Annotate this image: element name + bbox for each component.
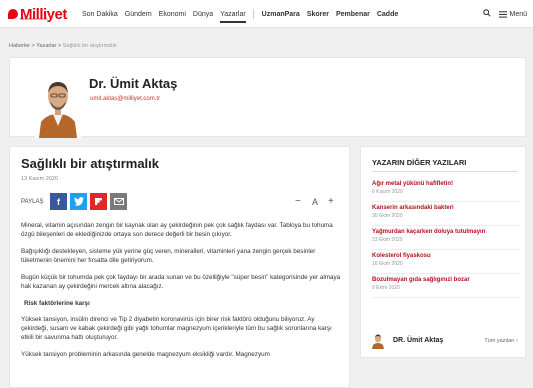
article-paragraph: Bağışıklığı destekleyen, sisteme yük yer… [21, 248, 316, 264]
sidebar-post-item[interactable]: Yağmurdan kaçarken doluya tutulmayın 23 … [372, 229, 520, 250]
breadcrumb-current: Sağlıklı bir atıştırmalık [62, 43, 117, 49]
chevron-right-icon: › [516, 338, 518, 344]
facebook-icon: f [57, 196, 60, 207]
all-posts-label: Tüm yazıları [484, 338, 515, 344]
author-photo[interactable] [35, 74, 81, 138]
sidebar-post-date: 30 Ekim 2020 [372, 213, 403, 219]
nav-uzmanpara[interactable]: UzmanPara [262, 11, 300, 18]
article-paragraph: Yüksek tansiyon, insülin direnci ve Tip … [21, 316, 332, 341]
sidebar-post-list: Ağır metal yükünü hafifletin! 6 Kasım 20… [372, 181, 520, 301]
nav-gundem[interactable]: Gündem [125, 11, 152, 18]
twitter-share-button[interactable] [70, 193, 87, 210]
search-icon[interactable] [483, 9, 492, 19]
sidebar-post-date: 23 Ekim 2020 [372, 237, 403, 243]
nav-son-dakika[interactable]: Son Dakika [82, 11, 118, 18]
nav-cadde[interactable]: Cadde [377, 11, 398, 18]
article-date: 13 Kasım 2020 [21, 176, 58, 182]
sidebar-heading: YAZARIN DİĞER YAZILARI [372, 158, 467, 167]
article-paragraph: Yüksek tansiyon probleminin arkasında ge… [21, 351, 270, 358]
all-posts-link[interactable]: Tüm yazıları › [484, 338, 518, 344]
flipboard-icon [95, 198, 102, 205]
sidebar-divider [372, 171, 518, 172]
sidebar-post-title[interactable]: Kolesterol fiyaskosu [372, 253, 520, 259]
sidebar-post-date: 16 Ekim 2020 [372, 261, 403, 267]
menu-button[interactable]: Menü [499, 11, 527, 18]
sidebar-post-title[interactable]: Ağır metal yükünü hafifletin! [372, 181, 520, 187]
nav-skorer[interactable]: Skorer [307, 11, 329, 18]
font-decrease-button[interactable]: − [295, 196, 301, 207]
author-other-posts: YAZARIN DİĞER YAZILARI Ağır metal yükünü… [360, 146, 526, 358]
breadcrumb-home[interactable]: Haberler [9, 43, 30, 49]
nav-yazarlar[interactable]: Yazarlar [220, 11, 246, 23]
sidebar-author-avatar[interactable] [372, 332, 384, 349]
font-size-label: A [312, 197, 319, 207]
nav-dunya[interactable]: Dünya [193, 11, 213, 18]
logo-tagline: BAĞIMSIZ GÜNLÜK [20, 17, 48, 21]
flipboard-share-button[interactable] [90, 193, 107, 210]
mail-icon [113, 198, 124, 205]
article-paragraph: Bugün küçük bir tohumda pek çok faydayı … [21, 274, 341, 290]
sidebar-post-title[interactable]: Yağmurdan kaçarken doluya tutulmayın [372, 229, 520, 235]
nav-pembenar[interactable]: Pembenar [336, 11, 370, 18]
article-body: Mineral, vitamin açısından zengin bir ka… [21, 221, 343, 367]
sidebar-post-title[interactable]: Kanserin arkasındaki bakteri [372, 205, 520, 211]
top-icons: Menü [475, 9, 527, 19]
sidebar-author-footer: DR. Ümit Aktaş Tüm yazıları › [372, 332, 518, 352]
sidebar-post-item[interactable]: Bozulmayan gıda sağlıgınızi bozar 9 Ekim… [372, 277, 520, 298]
breadcrumb-section[interactable]: Yazarlar [36, 43, 56, 49]
article-title: Sağlıklı bir atıştırmalık [21, 156, 159, 171]
sidebar-post-item[interactable]: Ağır metal yükünü hafifletin! 6 Kasım 20… [372, 181, 520, 202]
top-navigation-bar: Milliyet BAĞIMSIZ GÜNLÜK Son Dakika Günd… [0, 0, 533, 28]
sidebar-post-date: 6 Kasım 2020 [372, 189, 403, 195]
sidebar-author-name[interactable]: DR. Ümit Aktaş [393, 337, 443, 344]
email-share-button[interactable] [110, 193, 127, 210]
sidebar-post-date: 9 Ekim 2020 [372, 285, 400, 291]
author-card: Dr. Ümit Aktaş umit.aktas@milliyet.com.t… [9, 57, 526, 138]
sidebar-post-title[interactable]: Bozulmayan gıda sağlıgınızi bozar [372, 277, 520, 283]
font-increase-button[interactable]: + [328, 196, 334, 207]
twitter-icon [73, 197, 84, 206]
menu-label: Menü [509, 10, 527, 18]
facebook-share-button[interactable]: f [50, 193, 67, 210]
author-email[interactable]: umit.aktas@milliyet.com.tr [90, 96, 160, 102]
nav-divider [252, 9, 254, 19]
share-label: PAYLAŞ [21, 199, 44, 205]
sidebar-post-item[interactable]: Kanserin arkasındaki bakteri 30 Ekim 202… [372, 205, 520, 226]
author-name[interactable]: Dr. Ümit Aktaş [89, 76, 177, 91]
main-nav: Son Dakika Gündem Ekonomi Dünya Yazarlar… [82, 0, 405, 28]
article-subheading: Risk faktörlerine karşı [24, 300, 90, 307]
article-paragraph: Mineral, vitamin açısından zengin bir ka… [21, 222, 333, 238]
hamburger-icon [499, 10, 508, 18]
breadcrumb: Haberler > Yazarlar > Sağlıklı bir atışt… [9, 43, 117, 49]
logo-mark-icon [8, 9, 18, 19]
article-card: Sağlıklı bir atıştırmalık 13 Kasım 2020 … [9, 146, 350, 388]
sidebar-post-item[interactable]: Kolesterol fiyaskosu 16 Ekim 2020 [372, 253, 520, 274]
nav-ekonomi[interactable]: Ekonomi [159, 11, 186, 18]
